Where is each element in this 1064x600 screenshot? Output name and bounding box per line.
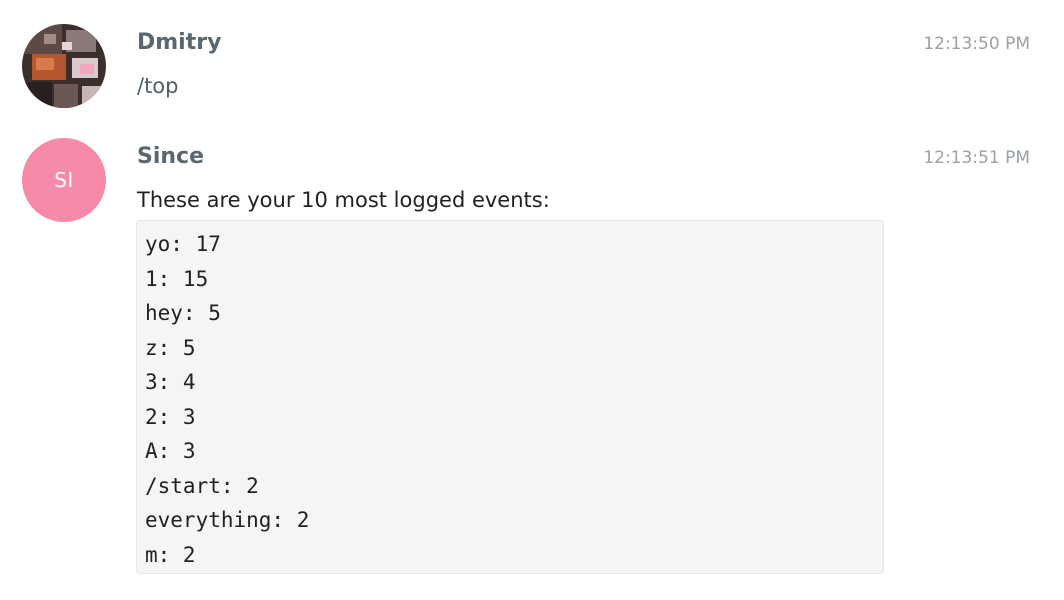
sender-name[interactable]: Dmitry [137,30,221,55]
code-line: hey: 5 [145,301,221,325]
user-avatar-photo[interactable] [22,24,106,108]
code-block: yo: 17 1: 15 hey: 5 z: 5 3: 4 2: 3 A: 3 … [136,220,884,574]
code-line: z: 5 [145,335,196,360]
code-line: everything: 2 [145,508,310,532]
message-timestamp: 12:13:51 PM [923,148,1030,168]
avatar-photo-icon [22,24,106,108]
code-line: m: 2 [145,542,196,567]
chat-history: Dmitry 12:13:50 PM /top SI Since 12:13:5… [0,0,1064,600]
avatar-initials: SI [54,168,74,192]
message-timestamp: 12:13:50 PM [923,34,1030,54]
code-line: 3: 4 [145,370,196,394]
sender-name[interactable]: Since [137,144,204,169]
message-text: These are your 10 most logged events: [137,188,550,212]
message-text: /top [137,74,179,98]
code-line: yo: 17 [145,232,221,256]
bot-avatar[interactable]: SI [22,138,106,222]
code-line: 1: 15 [145,266,209,291]
code-line: 2: 3 [145,404,196,429]
code-line: /start: 2 [145,473,259,498]
code-line: A: 3 [145,439,196,463]
